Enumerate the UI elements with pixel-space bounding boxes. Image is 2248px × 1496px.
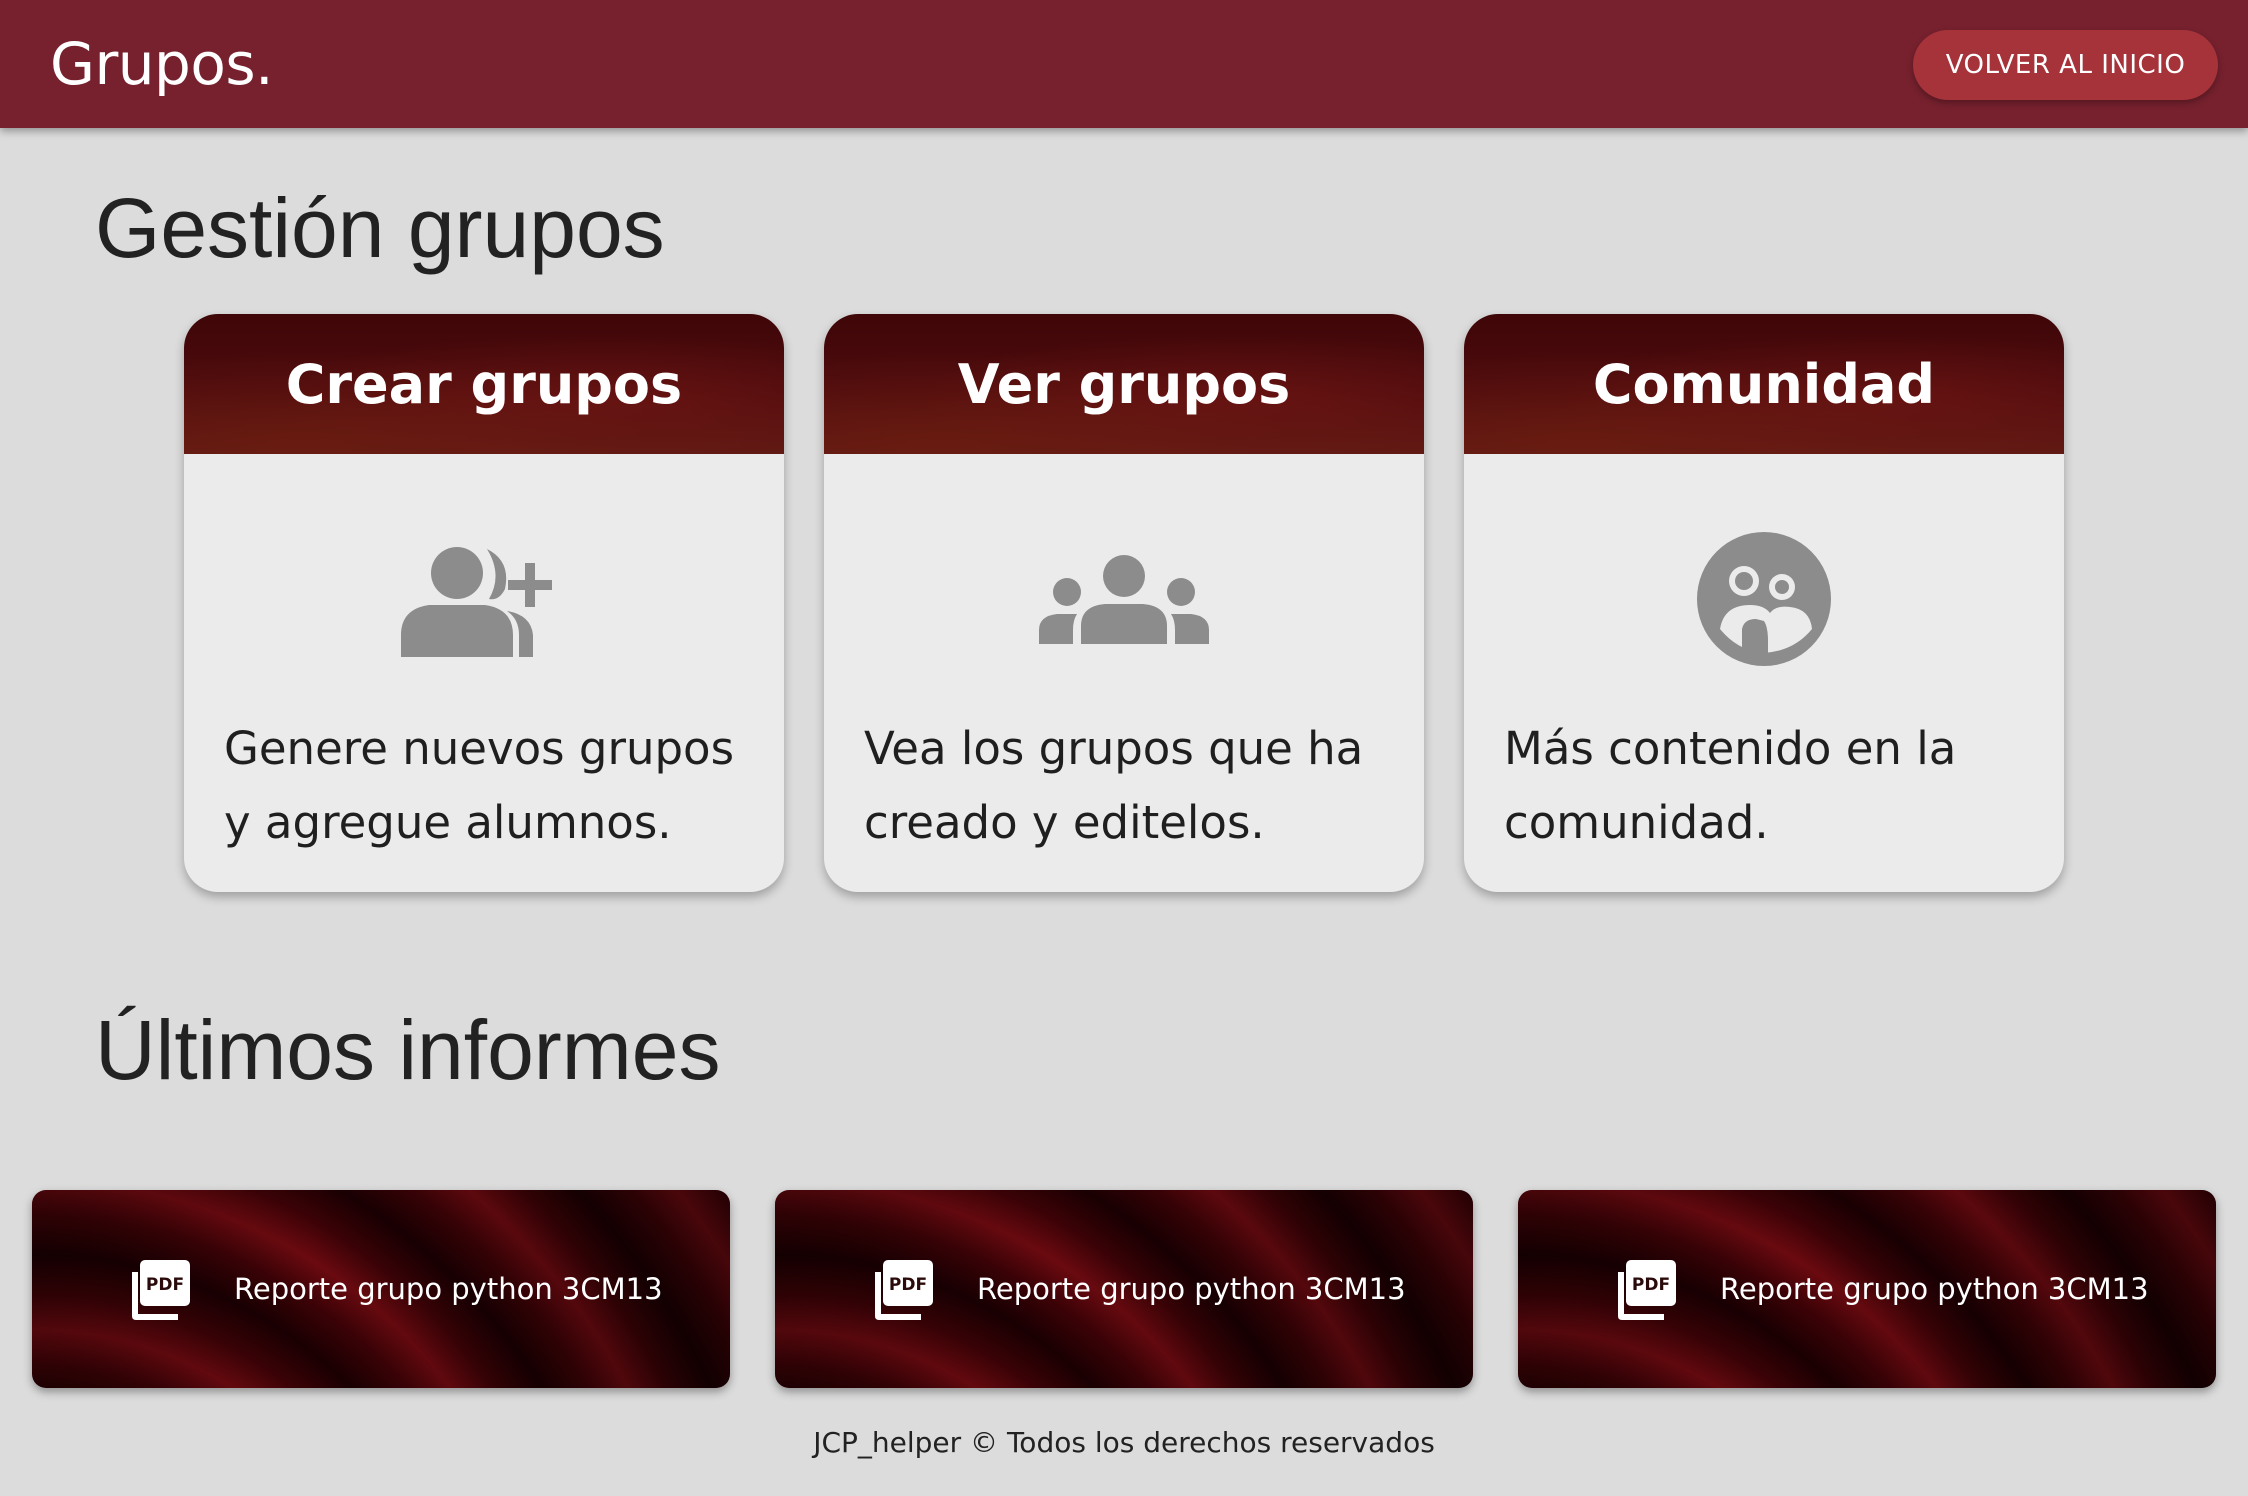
card-header: Crear grupos xyxy=(184,314,784,454)
report-label: Reporte grupo python 3CM13 xyxy=(234,1272,663,1306)
back-to-home-button[interactable]: VOLVER AL INICIO xyxy=(1913,30,2218,100)
reports-section-title: Últimos informes xyxy=(95,1003,721,1097)
top-bar: Grupos. VOLVER AL INICIO xyxy=(0,0,2248,128)
card-header: Ver grupos xyxy=(824,314,1424,454)
create-groups-card[interactable]: Crear grupos Genere nuevos grupos y agre… xyxy=(184,314,784,892)
report-item[interactable]: PDF Reporte grupo python 3CM13 xyxy=(32,1190,730,1388)
report-item[interactable]: PDF Reporte grupo python 3CM13 xyxy=(1518,1190,2216,1388)
view-groups-card[interactable]: Ver grupos Vea los grupos que ha creado … xyxy=(824,314,1424,892)
footer-copyright: JCP_helper © Todos los derechos reservad… xyxy=(813,1426,1435,1459)
report-label: Reporte grupo python 3CM13 xyxy=(1720,1272,2149,1306)
management-section-title: Gestión grupos xyxy=(95,181,665,275)
card-header: Comunidad xyxy=(1464,314,2064,454)
pdf-icon: PDF xyxy=(132,1260,190,1320)
pdf-icon: PDF xyxy=(1618,1260,1676,1320)
svg-text:PDF: PDF xyxy=(1632,1275,1670,1295)
add-group-icon xyxy=(399,529,569,669)
report-label: Reporte grupo python 3CM13 xyxy=(977,1272,1406,1306)
community-icon xyxy=(1679,529,1849,669)
svg-text:PDF: PDF xyxy=(889,1275,927,1295)
card-description: Genere nuevos grupos y agregue alumnos. xyxy=(224,722,735,849)
card-description: Vea los grupos que ha creado y editelos. xyxy=(864,722,1364,849)
brand-title: Grupos. xyxy=(50,30,274,98)
report-item[interactable]: PDF Reporte grupo python 3CM13 xyxy=(775,1190,1473,1388)
card-title: Comunidad xyxy=(1592,352,1936,416)
community-card[interactable]: Comunidad Más contenido en la comunidad. xyxy=(1464,314,2064,892)
svg-text:PDF: PDF xyxy=(146,1275,184,1295)
groups-icon xyxy=(1039,529,1209,669)
pdf-icon: PDF xyxy=(875,1260,933,1320)
card-description: Más contenido en la comunidad. xyxy=(1504,722,1957,849)
card-title: Crear grupos xyxy=(285,352,683,416)
card-title: Ver grupos xyxy=(957,352,1291,416)
